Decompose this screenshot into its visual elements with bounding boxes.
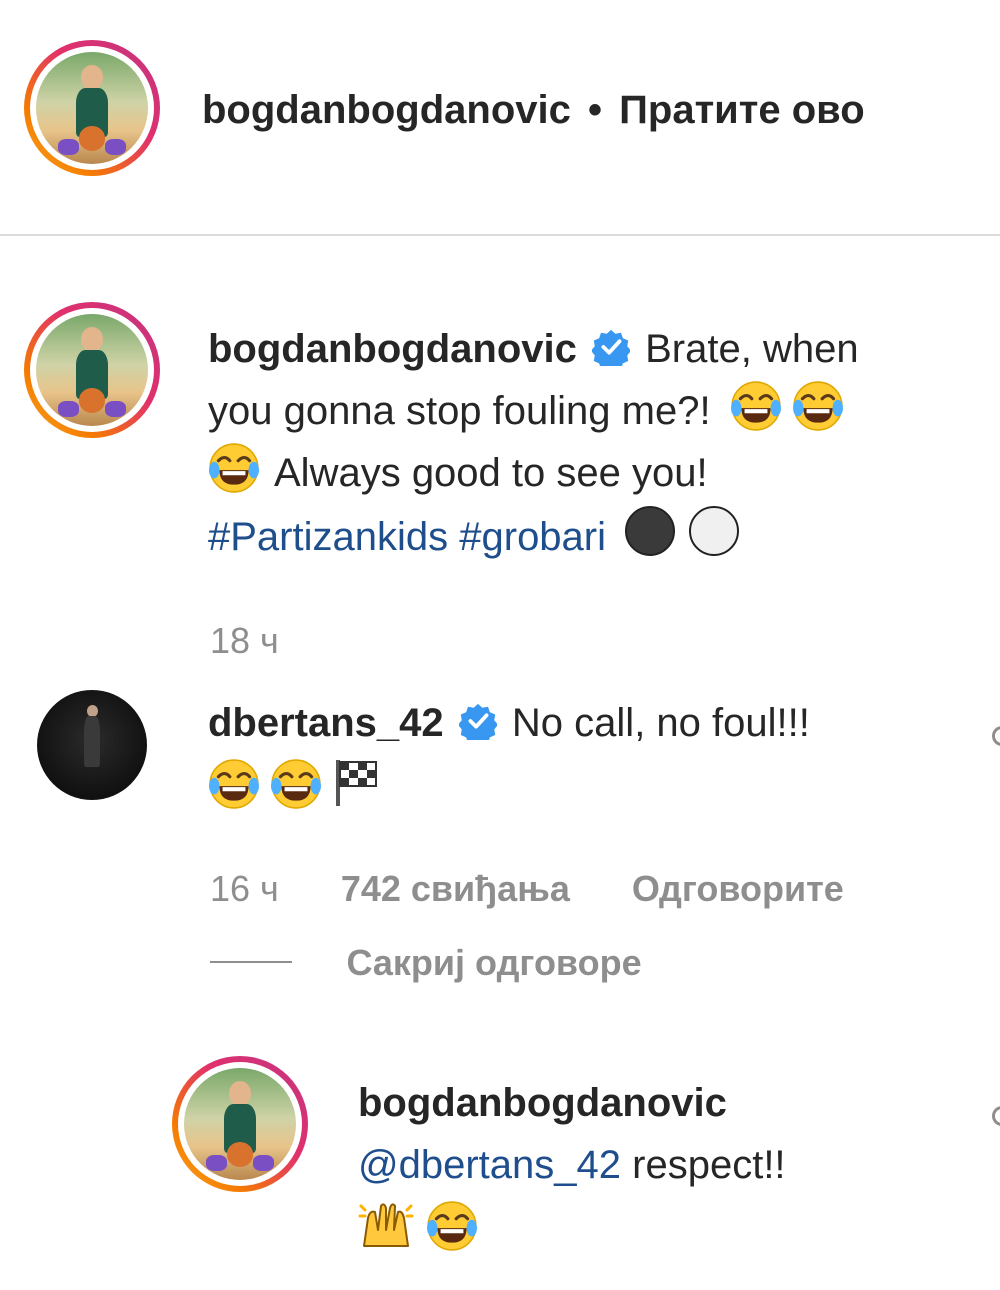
caption-text-line2: you gonna stop fouling me?! — [208, 389, 711, 433]
reply-button[interactable]: Одговорите — [632, 868, 844, 909]
avatar-image — [36, 314, 148, 426]
tears-of-joy-emoji — [730, 380, 782, 432]
comment-meta: 16 ч 742 свиђања Одговорите — [210, 866, 844, 912]
verified-badge-icon — [592, 328, 630, 366]
reply-like-icon[interactable] — [992, 1106, 1000, 1126]
comment-body: dbertans_42 No call, no foul!!! — [208, 692, 968, 820]
header-username[interactable]: bogdanbogdanovic — [202, 88, 571, 132]
tears-of-joy-emoji — [208, 758, 260, 810]
comment-timestamp[interactable]: 16 ч — [210, 868, 279, 909]
replies-toggle[interactable]: Сакриј одговоре — [210, 940, 642, 986]
post-username[interactable]: bogdanbogdanovic — [208, 327, 577, 371]
hide-replies-label: Сакриј одговоре — [346, 942, 642, 983]
replies-divider-line — [210, 961, 292, 963]
comment-likes[interactable]: 742 свиђања — [341, 868, 570, 909]
white-circle-emoji — [689, 506, 740, 556]
avatar-image — [184, 1068, 296, 1180]
hashtag-grobari[interactable]: #grobari — [459, 515, 606, 559]
header-bar: bogdanbogdanovic • Пратите ово — [202, 82, 865, 138]
tears-of-joy-emoji — [208, 442, 260, 494]
follow-button[interactable]: Пратите ово — [619, 88, 865, 132]
raising-hands-emoji — [358, 1203, 414, 1247]
verified-badge-icon — [459, 702, 497, 740]
header-avatar[interactable] — [24, 40, 160, 176]
reply-body: bogdanbogdanovic @dbertans_42 respect!! — [358, 1072, 978, 1262]
hashtag-partizankids[interactable]: #Partizankids — [208, 515, 448, 559]
tears-of-joy-emoji — [792, 380, 844, 432]
caption-text-line3: Always good to see you! — [274, 451, 708, 495]
checkered-flag-emoji — [336, 760, 377, 806]
post-avatar[interactable] — [24, 302, 160, 438]
reply-username[interactable]: bogdanbogdanovic — [358, 1081, 727, 1125]
reply-mention[interactable]: @dbertans_42 — [358, 1143, 621, 1187]
tears-of-joy-emoji — [426, 1200, 478, 1252]
avatar-image — [36, 52, 148, 164]
reply-avatar[interactable] — [172, 1056, 308, 1192]
header-divider — [0, 234, 1000, 236]
comment-avatar[interactable] — [37, 690, 147, 800]
comment-like-icon[interactable] — [992, 726, 1000, 746]
comment-username[interactable]: dbertans_42 — [208, 701, 444, 745]
post-caption: bogdanbogdanovic Brate, when you gonna s… — [208, 318, 978, 568]
tears-of-joy-emoji — [270, 758, 322, 810]
caption-text-start: Brate, when — [645, 327, 859, 371]
comment-text: No call, no foul!!! — [511, 701, 810, 745]
black-circle-emoji — [625, 506, 676, 556]
post-timestamp[interactable]: 18 ч — [210, 618, 279, 664]
header-separator: • — [588, 88, 603, 132]
reply-text: respect!! — [632, 1143, 786, 1187]
